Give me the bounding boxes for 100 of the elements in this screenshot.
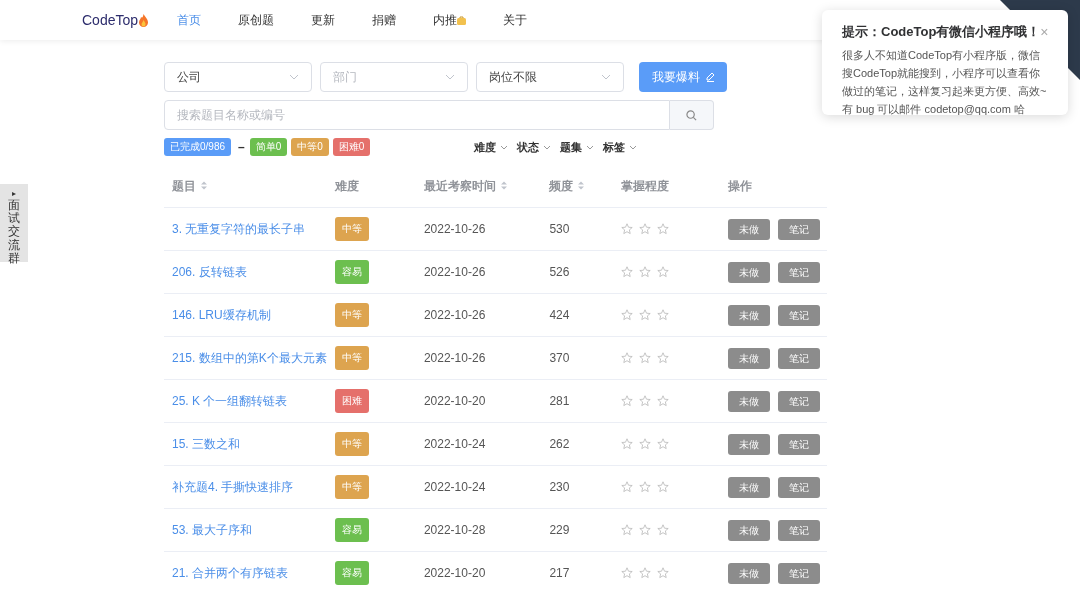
- difficulty-tag: 中等: [335, 346, 369, 370]
- star-icon[interactable]: [638, 266, 651, 278]
- chevron-down-icon: [500, 144, 508, 150]
- sort-icon[interactable]: [201, 181, 207, 190]
- frequency-cell-text: 262: [549, 436, 571, 453]
- star-icon[interactable]: [656, 438, 669, 450]
- star-icon[interactable]: [656, 395, 669, 407]
- filter-dropdown[interactable]: 难度: [474, 138, 508, 156]
- difficulty-tag: 中等: [335, 432, 369, 456]
- column-header[interactable]: 题目: [172, 176, 196, 195]
- nav-link[interactable]: 关于: [503, 11, 528, 29]
- star-icon[interactable]: [638, 438, 651, 450]
- action-button[interactable]: 笔记: [778, 390, 821, 412]
- star-icon[interactable]: [620, 223, 633, 235]
- star-icon[interactable]: [638, 309, 651, 321]
- problem-link[interactable]: 21. 合并两个有序链表: [172, 564, 288, 582]
- difficulty-tag: 容易: [335, 518, 369, 542]
- sort-icon[interactable]: [500, 181, 507, 190]
- problem-link[interactable]: 53. 最大子序和: [172, 521, 252, 539]
- select-field[interactable]: 岗位不限: [476, 62, 624, 92]
- difficulty-tag: 中等: [335, 475, 369, 499]
- date-cell-text: 2022-10-24: [423, 436, 487, 453]
- column-header[interactable]: 频度: [549, 176, 574, 195]
- action-button[interactable]: 笔记: [778, 433, 821, 455]
- star-icon[interactable]: [620, 266, 633, 278]
- problem-link[interactable]: 25. K 个一组翻转链表: [172, 392, 288, 410]
- chevron-down-icon: [445, 74, 455, 80]
- star-icon[interactable]: [638, 524, 651, 536]
- filter-dropdown[interactable]: 标签: [603, 138, 637, 156]
- action-button[interactable]: 未做: [728, 476, 771, 498]
- filter-dropdown[interactable]: 题集: [560, 138, 594, 156]
- search-icon: [686, 109, 697, 121]
- star-icon[interactable]: [620, 481, 633, 493]
- filter-dropdown[interactable]: 状态: [517, 138, 551, 156]
- star-icon[interactable]: [656, 309, 669, 321]
- chevron-down-icon: [601, 74, 611, 80]
- date-cell-text: 2022-10-26: [423, 264, 487, 281]
- action-button[interactable]: 未做: [728, 562, 771, 584]
- chevron-down-icon: [586, 144, 594, 150]
- nav-link[interactable]: 内推: [433, 11, 458, 29]
- action-button[interactable]: 未做: [728, 218, 771, 240]
- chevron-down-icon: [289, 74, 299, 80]
- problem-link[interactable]: 补充题4. 手撕快速排序: [172, 478, 294, 496]
- sort-icon[interactable]: [578, 181, 585, 190]
- nav-link[interactable]: 原创题: [238, 11, 275, 29]
- action-button[interactable]: 未做: [728, 261, 771, 283]
- close-button[interactable]: ×: [1040, 24, 1049, 39]
- star-icon[interactable]: [620, 438, 633, 450]
- star-icon[interactable]: [638, 481, 651, 493]
- star-icon[interactable]: [638, 223, 651, 235]
- action-button[interactable]: 笔记: [778, 218, 821, 240]
- action-button[interactable]: 笔记: [778, 261, 821, 283]
- action-button[interactable]: 未做: [728, 390, 771, 412]
- problem-link[interactable]: 206. 反转链表: [172, 263, 247, 281]
- action-button[interactable]: 未做: [728, 433, 771, 455]
- brand-logo-text[interactable]: CodeTop: [82, 9, 139, 31]
- search-button[interactable]: [670, 100, 714, 130]
- separator-dash: –: [238, 139, 245, 156]
- action-button[interactable]: 笔记: [778, 476, 821, 498]
- star-icon[interactable]: [656, 567, 669, 579]
- nav-link[interactable]: 更新: [311, 11, 336, 29]
- notification-message: 很多人不知道CodeTop有小程序版，微信搜CodeTop就能搜到，小程序可以查看你做过的笔记，这样复习起来更方便、高效~有 bug 可以邮件 codetop@qq.com 哈: [842, 47, 1048, 117]
- problem-link[interactable]: 3. 无重复字符的最长子串: [172, 220, 306, 238]
- action-button[interactable]: 笔记: [778, 562, 821, 584]
- star-icon[interactable]: [638, 395, 651, 407]
- star-icon[interactable]: [638, 352, 651, 364]
- select-field[interactable]: 公司: [164, 62, 312, 92]
- star-icon[interactable]: [620, 309, 633, 321]
- chevron-down-icon: [543, 144, 551, 150]
- star-icon[interactable]: [656, 524, 669, 536]
- date-cell-text: 2022-10-24: [423, 479, 487, 496]
- frequency-cell-text: 526: [549, 264, 571, 281]
- frequency-cell-text: 229: [549, 522, 571, 539]
- star-icon[interactable]: [620, 524, 633, 536]
- star-icon[interactable]: [620, 567, 633, 579]
- problem-link[interactable]: 146. LRU缓存机制: [172, 306, 271, 324]
- frequency-cell-text: 217: [549, 565, 571, 582]
- action-button[interactable]: 未做: [728, 347, 771, 369]
- column-header[interactable]: 最近考察时间: [423, 176, 496, 195]
- action-button[interactable]: 笔记: [778, 519, 821, 541]
- star-icon[interactable]: [620, 352, 633, 364]
- action-button[interactable]: 未做: [728, 519, 771, 541]
- side-tab[interactable]: ▸ 面试交流群: [0, 184, 28, 262]
- report-button[interactable]: 我要爆料: [639, 62, 727, 92]
- action-button[interactable]: 笔记: [778, 304, 821, 326]
- problem-link[interactable]: 215. 数组中的第K个最大元素: [172, 349, 327, 367]
- nav-link[interactable]: 首页: [177, 11, 202, 29]
- nav-link[interactable]: 捐赠: [372, 11, 397, 29]
- star-icon[interactable]: [656, 481, 669, 493]
- count-tag: 中等0: [291, 138, 329, 156]
- star-icon[interactable]: [638, 567, 651, 579]
- action-button[interactable]: 未做: [728, 304, 771, 326]
- star-icon[interactable]: [620, 395, 633, 407]
- search-field[interactable]: 搜索题目名称或编号: [164, 100, 670, 130]
- problem-link[interactable]: 15. 三数之和: [172, 435, 240, 453]
- star-icon[interactable]: [656, 352, 669, 364]
- star-icon[interactable]: [656, 266, 669, 278]
- star-icon[interactable]: [656, 223, 669, 235]
- count-tag: 简单0: [249, 138, 288, 156]
- action-button[interactable]: 笔记: [778, 347, 821, 369]
